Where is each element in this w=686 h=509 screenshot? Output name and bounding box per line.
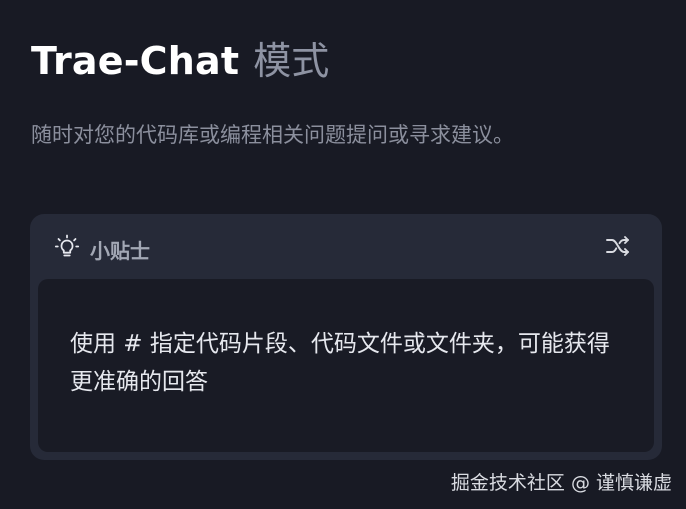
- shuffle-tip-button[interactable]: [604, 234, 632, 262]
- lightbulb-icon: [54, 234, 80, 260]
- title-suffix: 模式: [253, 39, 330, 83]
- page-title: Trae-Chat 模式: [31, 30, 329, 85]
- tip-card: 小贴士 使用 # 指定代码片段、代码文件或文件夹，可能获得更准确的回答: [30, 214, 662, 460]
- title-main: Trae-Chat: [31, 39, 240, 83]
- page-subtitle: 随时对您的代码库或编程相关问题提问或寻求建议。: [31, 123, 514, 147]
- tip-text: 使用 # 指定代码片段、代码文件或文件夹，可能获得更准确的回答: [70, 331, 610, 395]
- tip-body: 使用 # 指定代码片段、代码文件或文件夹，可能获得更准确的回答: [38, 279, 654, 452]
- tip-header: 小贴士: [30, 214, 662, 278]
- watermark: 掘金技术社区 @ 谨慎谦虚: [450, 472, 672, 494]
- chat-mode-panel: Trae-Chat 模式 随时对您的代码库或编程相关问题提问或寻求建议。 小贴士: [0, 0, 686, 509]
- shuffle-icon: [605, 235, 631, 261]
- tip-label: 小贴士: [90, 239, 150, 263]
